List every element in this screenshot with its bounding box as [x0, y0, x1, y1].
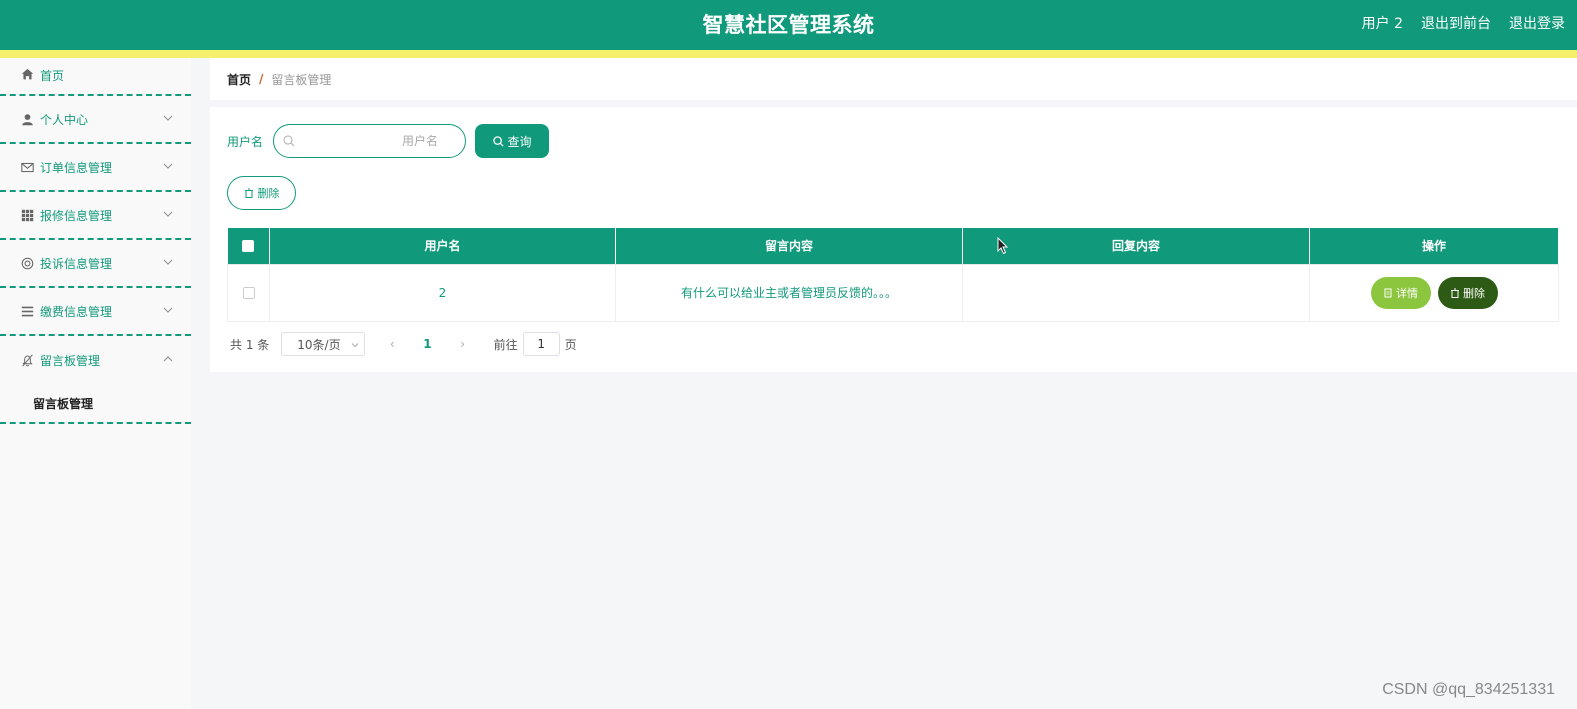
- search-box: [273, 124, 467, 158]
- sidebar-item-orders[interactable]: 订单信息管理: [0, 144, 191, 192]
- header-stripe: [0, 50, 1577, 58]
- query-button[interactable]: 查询: [475, 124, 550, 158]
- content-cell: 有什么可以给业主或者管理员反馈的。。。: [615, 263, 963, 322]
- column-header: 操作: [1309, 228, 1559, 265]
- page-suffix: 页: [564, 337, 577, 352]
- sidebar-item-label: 首页: [40, 69, 65, 83]
- sidebar-item-label: 订单信息管理: [40, 160, 113, 175]
- document-icon: [1384, 288, 1392, 297]
- header-nav: 用户 2 退出到前台 退出登录: [1362, 13, 1565, 33]
- menu-icon: [20, 304, 34, 318]
- goto-label: 前往: [493, 337, 518, 352]
- user-icon: [20, 112, 34, 126]
- mouse-cursor-icon: [997, 237, 1009, 255]
- detail-button[interactable]: 详情: [1370, 276, 1431, 309]
- goto-page-input[interactable]: [522, 332, 560, 356]
- sidebar-item-label: 报修信息管理: [40, 208, 113, 223]
- lifebuoy-icon: [20, 256, 34, 270]
- column-header: 留言内容: [615, 228, 963, 265]
- to-front-link[interactable]: 退出到前台: [1421, 13, 1491, 33]
- delete-row-label: 删除: [1463, 286, 1485, 300]
- table-header-row: 用户名 留言内容 回复内容 操作: [227, 228, 1559, 265]
- select-all-header: [227, 228, 270, 265]
- chevron-down-icon: [163, 211, 173, 217]
- trash-icon: [244, 188, 253, 198]
- breadcrumb-current: 留言板管理: [271, 72, 332, 87]
- row-checkbox[interactable]: [242, 287, 255, 299]
- pagination-total: 共 1 条: [230, 337, 270, 352]
- sidebar-item-home[interactable]: 首页: [0, 58, 191, 96]
- user-link[interactable]: 用户 2: [1362, 13, 1403, 33]
- search-row: 用户名 查询: [227, 124, 550, 158]
- sidebar: 首页 个人中心 订单信息管理 报修信息管理 投诉信息管理 缴费信息管理 留言板管…: [0, 58, 191, 709]
- select-all-checkbox[interactable]: [242, 240, 255, 253]
- chevron-down-icon: [163, 115, 173, 121]
- search-icon: [283, 135, 295, 147]
- main-panel: 用户名 查询 删除 用户名 留言内容 回复内容 操作: [210, 107, 1577, 372]
- chevron-down-icon: [163, 307, 173, 313]
- grid-icon: [20, 208, 34, 222]
- pagination: 共 1 条 10条/页 ‹ 1 › 前往 页: [230, 332, 577, 356]
- reply-cell: [962, 263, 1310, 322]
- home-icon: [20, 67, 34, 81]
- sidebar-item-profile[interactable]: 个人中心: [0, 96, 191, 144]
- operations-cell: 详情 删除: [1309, 263, 1559, 322]
- chevron-down-icon: [163, 163, 173, 169]
- batch-delete-button[interactable]: 删除: [227, 176, 296, 210]
- sidebar-item-label: 投诉信息管理: [40, 256, 113, 271]
- username-search-input[interactable]: [300, 125, 463, 157]
- sidebar-item-label: 留言板管理: [40, 353, 101, 368]
- sidebar-subitem-messageboard[interactable]: 留言板管理: [0, 384, 191, 424]
- breadcrumb: 首页 / 留言板管理: [210, 58, 1577, 100]
- sidebar-item-label: 个人中心: [40, 112, 89, 127]
- top-header: 智慧社区管理系统 用户 2 退出到前台 退出登录: [0, 0, 1577, 58]
- chevron-up-icon: [163, 356, 173, 362]
- chevron-down-icon: [163, 259, 173, 265]
- page-size-select[interactable]: 10条/页: [281, 332, 366, 356]
- page-size-value: 10条/页: [297, 337, 341, 352]
- batch-delete-label: 删除: [257, 187, 280, 200]
- search-label: 用户名: [227, 134, 264, 149]
- row-checkbox-cell: [227, 263, 270, 322]
- prev-page-button[interactable]: ‹: [387, 337, 397, 351]
- page-number-current[interactable]: 1: [423, 337, 431, 351]
- sidebar-item-messageboard[interactable]: 留言板管理: [0, 336, 191, 384]
- sidebar-item-complaints[interactable]: 投诉信息管理: [0, 240, 191, 288]
- search-icon: [492, 135, 504, 147]
- mail-icon: [20, 160, 34, 174]
- breadcrumb-home[interactable]: 首页: [227, 71, 251, 88]
- logout-link[interactable]: 退出登录: [1509, 13, 1565, 33]
- message-table: 用户名 留言内容 回复内容 操作 2 有什么可以给业主或者管理员反馈的。。。 详…: [227, 228, 1559, 322]
- next-page-button[interactable]: ›: [458, 337, 468, 351]
- delete-row-button[interactable]: 删除: [1437, 276, 1498, 309]
- column-header: 用户名: [269, 228, 616, 265]
- sidebar-item-repairs[interactable]: 报修信息管理: [0, 192, 191, 240]
- trash-icon: [1451, 288, 1459, 298]
- app-title: 智慧社区管理系统: [702, 13, 875, 37]
- sidebar-item-label: 缴费信息管理: [40, 304, 113, 319]
- breadcrumb-separator: /: [259, 72, 264, 86]
- table-row: 2 有什么可以给业主或者管理员反馈的。。。 详情 删除: [227, 263, 1559, 322]
- column-header: 回复内容: [962, 228, 1310, 265]
- detail-button-label: 详情: [1396, 286, 1418, 300]
- watermark: CSDN @qq_834251331: [1382, 681, 1555, 698]
- chevron-down-icon: [351, 343, 359, 348]
- query-button-label: 查询: [507, 134, 532, 149]
- bell-off-icon: [20, 353, 34, 367]
- sidebar-item-payments[interactable]: 缴费信息管理: [0, 288, 191, 336]
- username-cell: 2: [269, 263, 616, 322]
